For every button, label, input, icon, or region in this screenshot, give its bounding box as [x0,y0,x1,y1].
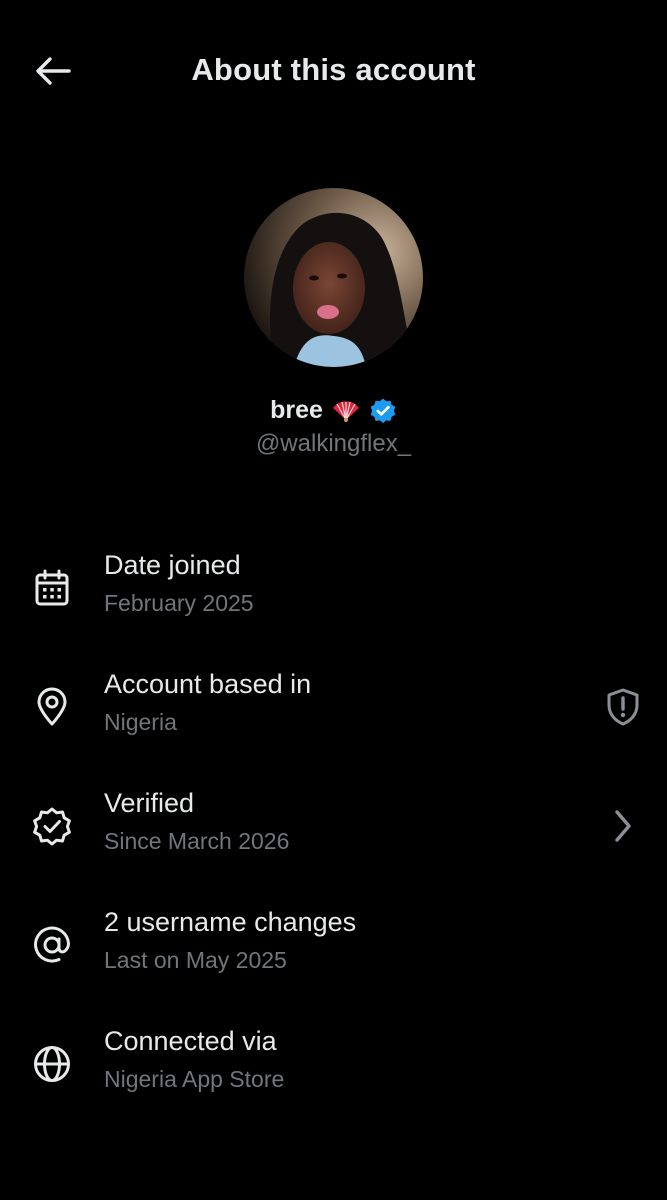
username-changes-label: 2 username changes [104,907,357,937]
verified-check-icon [33,807,71,846]
profile-name-row: bree [0,396,667,425]
globe-icon [34,1046,70,1082]
info-row-username-changes: 2 username changes Last on May 2025 [0,907,667,1007]
location-pin-icon [37,687,67,726]
date-joined-label: Date joined [104,550,241,580]
avatar-image [244,188,423,367]
verified-badge-icon[interactable] [369,397,397,425]
display-name: bree [270,396,323,424]
folding-fan-emoji-icon [332,400,359,422]
info-row-verified[interactable]: Verified Since March 2026 [0,788,667,888]
account-based-in-value: Nigeria [104,709,177,735]
account-based-in-label: Account based in [104,669,312,699]
avatar[interactable] [244,188,423,367]
date-joined-value: February 2025 [104,590,254,616]
info-row-account-based-in: Account based in Nigeria [0,669,667,769]
chevron-right-icon [615,810,631,842]
calendar-icon [35,569,69,606]
handle: @walkingflex_ [255,430,412,457]
shield-alert-icon [607,688,639,726]
username-changes-value: Last on May 2025 [104,947,287,973]
verified-value: Since March 2026 [104,828,290,854]
at-sign-icon [34,926,71,963]
connected-via-label: Connected via [104,1026,277,1056]
page-title: About this account [191,52,476,87]
info-row-date-joined: Date joined February 2025 [0,550,667,650]
connected-via-value: Nigeria App Store [104,1066,285,1092]
info-row-connected-via: Connected via Nigeria App Store [0,1026,667,1126]
top-bar: About this account [0,0,667,140]
location-info-button[interactable] [601,685,645,729]
verified-label: Verified [104,788,195,818]
